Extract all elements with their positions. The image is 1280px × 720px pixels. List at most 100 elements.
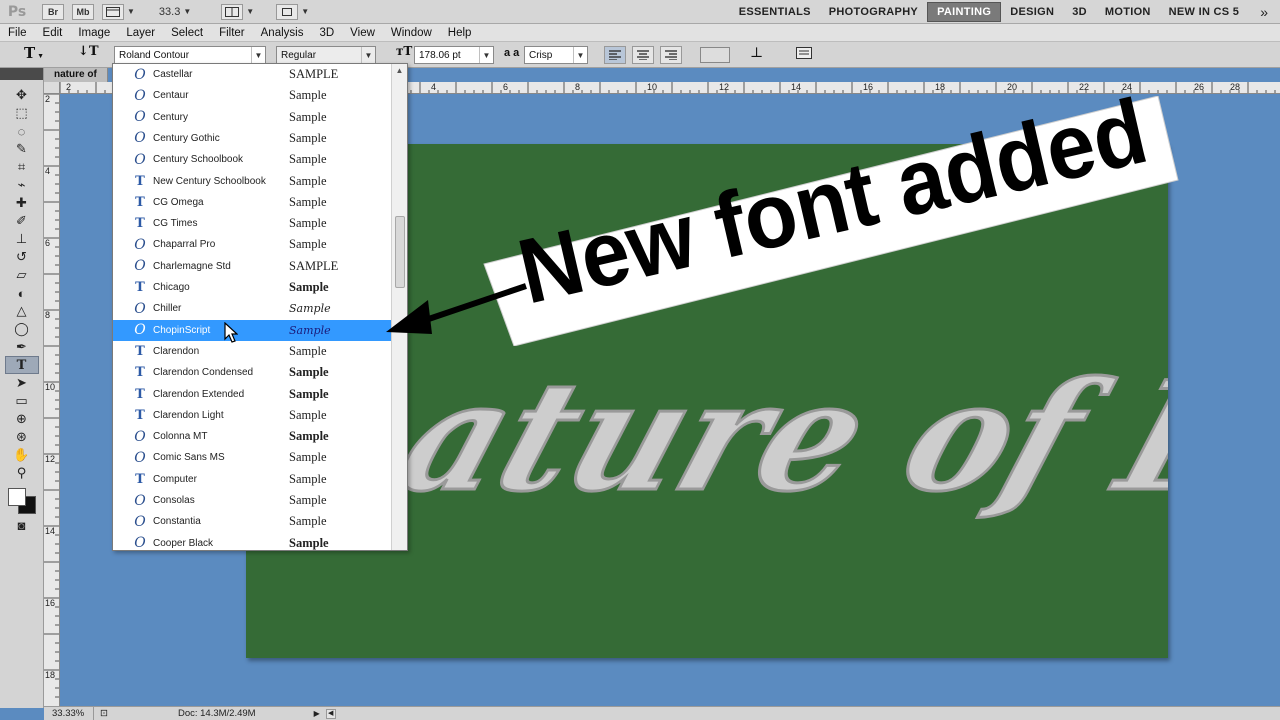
workspace-design[interactable]: DESIGN: [1001, 3, 1063, 21]
font-list-item[interactable]: O Cooper Black Sample: [113, 533, 391, 550]
workspace-motion[interactable]: MOTION: [1096, 3, 1160, 21]
pen-icon[interactable]: ✒: [5, 338, 39, 356]
arrange-documents-button[interactable]: [221, 3, 244, 20]
text-color-swatch[interactable]: [700, 47, 730, 63]
zoom-level-field[interactable]: 33.3: [159, 6, 180, 18]
menu-image[interactable]: Image: [70, 27, 118, 39]
history-brush-icon[interactable]: ↺: [5, 248, 39, 266]
ruler-origin[interactable]: [44, 82, 60, 94]
quick-select-icon[interactable]: ✎: [5, 140, 39, 158]
align-left-button[interactable]: [604, 46, 626, 64]
font-list-item[interactable]: T Clarendon Sample: [113, 341, 391, 362]
font-list-item[interactable]: T CG Times Sample: [113, 213, 391, 234]
font-style-select[interactable]: Regular ▼: [276, 46, 376, 64]
workspace-painting[interactable]: PAINTING: [927, 2, 1002, 22]
font-list-item[interactable]: O Century Sample: [113, 107, 391, 128]
font-list-item[interactable]: T Clarendon Condensed Sample: [113, 362, 391, 383]
crop-icon[interactable]: ⌗: [5, 158, 39, 176]
font-list-item[interactable]: T Computer Sample: [113, 469, 391, 490]
tool-preset-picker[interactable]: T ▼: [24, 44, 44, 62]
chevron-down-icon[interactable]: ▼: [251, 47, 265, 63]
font-family-dropdown[interactable]: ▲ O Castellar SAMPLE O Centaur Sample O Century…: [112, 63, 408, 551]
screen-mode-button[interactable]: [276, 3, 299, 20]
lasso-icon[interactable]: ◌: [5, 122, 39, 140]
font-list-item[interactable]: O Castellar SAMPLE: [113, 64, 391, 85]
workspace-essentials[interactable]: ESSENTIALS: [730, 3, 820, 21]
menu-window[interactable]: Window: [383, 27, 440, 39]
menu-select[interactable]: Select: [163, 27, 211, 39]
menu-view[interactable]: View: [342, 27, 383, 39]
clone-stamp-icon[interactable]: ⊥: [5, 230, 39, 248]
chevron-down-icon[interactable]: ▼: [361, 47, 375, 63]
font-list-item[interactable]: O Chaparral Pro Sample: [113, 234, 391, 255]
chevron-down-icon[interactable]: ▼: [301, 7, 309, 16]
quick-mask-icon[interactable]: ◙: [5, 516, 39, 534]
3d-orbit-icon[interactable]: ⊛: [5, 428, 39, 446]
eraser-icon[interactable]: ▱: [5, 266, 39, 284]
chevron-down-icon[interactable]: ▼: [573, 47, 587, 63]
scrollbar-thumb[interactable]: [395, 216, 405, 288]
chevron-down-icon[interactable]: ▼: [246, 7, 254, 16]
paint-bucket-icon[interactable]: ◐: [5, 284, 39, 302]
font-list-item[interactable]: T New Century Schoolbook Sample: [113, 171, 391, 192]
launch-minibridge-button[interactable]: Mb: [72, 3, 94, 20]
tools-panel-header[interactable]: [0, 68, 43, 80]
align-center-button[interactable]: [632, 46, 654, 64]
launch-bridge-button[interactable]: Br: [42, 3, 64, 20]
scroll-left-icon[interactable]: ◀: [325, 708, 336, 719]
dropdown-scrollbar[interactable]: ▲: [391, 64, 407, 550]
menu-layer[interactable]: Layer: [118, 27, 163, 39]
workspace-new-in-cs5[interactable]: NEW IN CS 5: [1160, 3, 1249, 21]
menu-edit[interactable]: Edit: [35, 27, 71, 39]
font-size-select[interactable]: 178.06 pt ▼: [414, 46, 494, 64]
font-list-item[interactable]: O Chiller Sample: [113, 298, 391, 319]
path-selection-icon[interactable]: ➤: [5, 374, 39, 392]
font-list-item[interactable]: T Chicago Sample: [113, 277, 391, 298]
font-list-item[interactable]: T Clarendon Light Sample: [113, 405, 391, 426]
character-panel-button[interactable]: [796, 46, 812, 64]
menu-3d[interactable]: 3D: [311, 27, 342, 39]
zoom-icon[interactable]: ⚲: [5, 464, 39, 482]
menu-help[interactable]: Help: [440, 27, 480, 39]
marquee-icon[interactable]: ⬚: [5, 104, 39, 122]
font-list-item[interactable]: T Clarendon Extended Sample: [113, 384, 391, 405]
eyedropper-icon[interactable]: ⌁: [5, 176, 39, 194]
text-orientation-toggle-icon[interactable]: ↓T: [78, 44, 99, 62]
chevron-down-icon[interactable]: ▼: [183, 7, 191, 16]
dodge-icon[interactable]: ◯: [5, 320, 39, 338]
status-icon[interactable]: ⊡: [100, 708, 108, 719]
font-list-item[interactable]: O Constantia Sample: [113, 511, 391, 532]
font-list-item[interactable]: O Comic Sans MS Sample: [113, 447, 391, 468]
font-list-item[interactable]: O Consolas Sample: [113, 490, 391, 511]
healing-brush-icon[interactable]: ✚: [5, 194, 39, 212]
warp-text-icon[interactable]: ⊥: [750, 45, 763, 63]
font-list-item[interactable]: O ChopinScript Sample: [113, 319, 391, 341]
view-extras-button[interactable]: [102, 3, 124, 20]
font-list-item[interactable]: O Charlemagne Std SAMPLE: [113, 256, 391, 277]
status-zoom-field[interactable]: 33.33%: [44, 707, 94, 720]
chevron-down-icon[interactable]: ▼: [479, 47, 493, 63]
workspace-3d[interactable]: 3D: [1063, 3, 1096, 21]
font-list-item[interactable]: O Century Gothic Sample: [113, 128, 391, 149]
font-list-item[interactable]: T CG Omega Sample: [113, 192, 391, 213]
menu-filter[interactable]: Filter: [211, 27, 253, 39]
status-menu-arrow-icon[interactable]: ▶: [314, 709, 320, 718]
anti-alias-select[interactable]: Crisp ▼: [524, 46, 588, 64]
type-icon[interactable]: T: [4, 356, 39, 374]
align-right-button[interactable]: [660, 46, 682, 64]
chevron-down-icon[interactable]: ▼: [127, 7, 135, 16]
brush-icon[interactable]: ✐: [5, 212, 39, 230]
font-list-item[interactable]: O Colonna MT Sample: [113, 426, 391, 447]
document-tab[interactable]: nature of: [44, 68, 108, 82]
font-list-item[interactable]: O Centaur Sample: [113, 85, 391, 106]
shape-icon[interactable]: ▭: [5, 392, 39, 410]
menu-file[interactable]: File: [0, 27, 35, 39]
scroll-up-icon[interactable]: ▲: [392, 64, 407, 78]
font-family-select[interactable]: Roland Contour ▼: [114, 46, 266, 64]
workspace-photography[interactable]: PHOTOGRAPHY: [820, 3, 927, 21]
font-list-item[interactable]: O Century Schoolbook Sample: [113, 149, 391, 170]
blur-icon[interactable]: △: [5, 302, 39, 320]
move-icon[interactable]: ✥: [5, 86, 39, 104]
more-workspaces-icon[interactable]: »: [1248, 4, 1280, 20]
menu-analysis[interactable]: Analysis: [253, 27, 312, 39]
